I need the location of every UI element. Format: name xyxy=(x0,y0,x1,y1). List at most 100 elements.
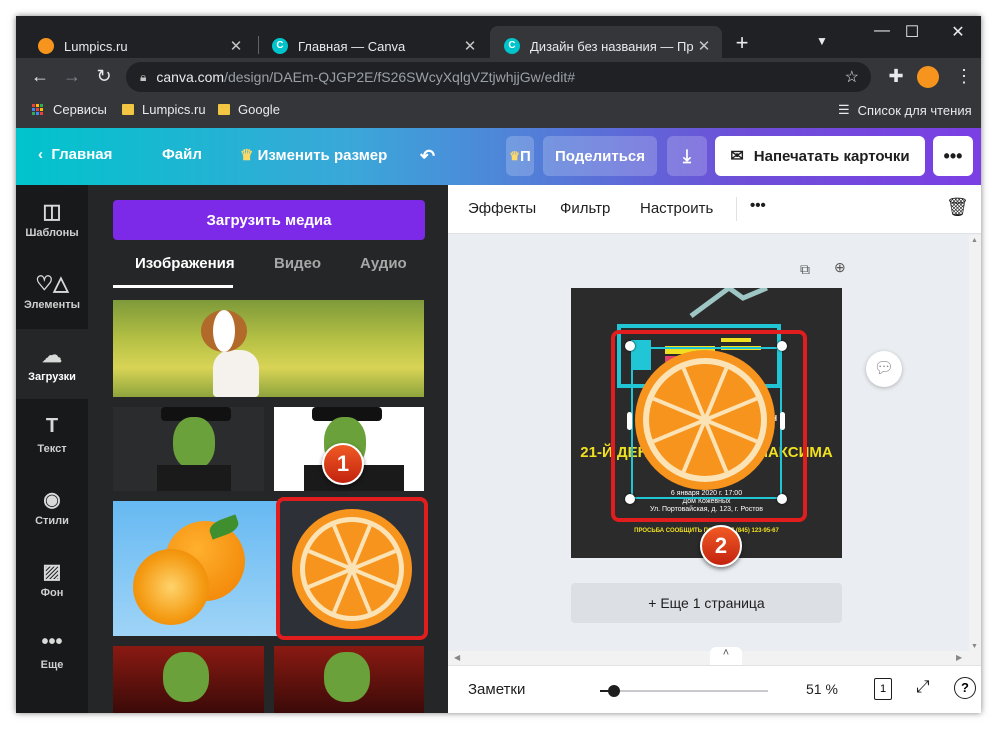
bottom-bar: Заметки 51 % 1 ⤢ ? xyxy=(448,665,981,713)
upload-cloud-icon: ☁ xyxy=(42,345,62,367)
menu-kebab-icon[interactable]: ⋮ xyxy=(952,66,976,87)
close-window-icon[interactable]: ✕ xyxy=(938,22,978,42)
browser-window: Lumpics.ru ✕ C Главная — Canva ✕ C Дизай… xyxy=(16,16,981,713)
dog-head xyxy=(201,310,247,352)
expand-pages-chevron-icon[interactable]: ˄ xyxy=(710,647,742,665)
more-tools-icon[interactable]: ••• xyxy=(750,197,766,214)
zoom-slider[interactable] xyxy=(600,685,768,697)
tab-video[interactable]: Видео xyxy=(274,255,321,272)
envelope-icon: ✉ xyxy=(730,148,744,165)
notes-button[interactable]: Заметки xyxy=(468,681,525,698)
elements-icon: ♡△ xyxy=(35,273,69,295)
reading-list-icon: ☰ xyxy=(838,102,850,117)
more-options-icon[interactable]: ••• xyxy=(933,136,973,176)
annotation-badge-1: 1 xyxy=(322,443,364,485)
rail-styles[interactable]: ◉ Стили xyxy=(16,473,88,543)
print-cards-button[interactable]: ✉ Напечатать карточки xyxy=(715,136,925,176)
suit-shape xyxy=(157,465,231,491)
address-bar[interactable]: 🔒︎ canva.com/design/DAEm-QJGP2E/fS26SWcy… xyxy=(126,62,871,92)
rail-background[interactable]: ▨ Фон xyxy=(16,545,88,615)
home-link[interactable]: ‹ Главная xyxy=(38,146,112,163)
zoom-level[interactable]: 51 % xyxy=(806,681,838,697)
file-menu[interactable]: Файл xyxy=(162,146,202,163)
mask-face xyxy=(163,652,209,702)
close-tab-icon[interactable]: ✕ xyxy=(226,37,246,55)
bookmark-google[interactable]: Google xyxy=(218,102,280,117)
annotation-highlight-1 xyxy=(276,497,428,640)
canva-header: ‹ Главная Файл ♛ Изменить размер ↶ ♛ П По… xyxy=(16,128,981,185)
more-dots-icon: ••• xyxy=(41,631,63,653)
browser-toolbar: ← → ↻ 🔒︎ canva.com/design/DAEm-QJGP2E/fS… xyxy=(16,58,981,96)
background-pattern-icon: ▨ xyxy=(42,561,62,583)
uploads-panel: Загрузить медиа Изображения Видео Аудио xyxy=(88,185,448,713)
effects-button[interactable]: Эффекты xyxy=(468,200,536,217)
rail-elements[interactable]: ♡△ Элементы xyxy=(16,257,88,327)
toolbar-divider xyxy=(736,197,737,221)
resize-button[interactable]: ♛ Изменить размер xyxy=(240,146,387,164)
dog-body xyxy=(213,350,259,397)
duplicate-page-icon[interactable]: ⧉ xyxy=(800,261,810,278)
help-icon[interactable]: ? xyxy=(954,677,976,699)
filter-button[interactable]: Фильтр xyxy=(560,200,610,217)
fullscreen-icon[interactable]: ⤢ xyxy=(916,677,930,697)
bookmark-apps[interactable]: Сервисы xyxy=(32,102,107,117)
back-icon[interactable]: ← xyxy=(28,66,52,87)
forward-icon[interactable]: → xyxy=(60,66,84,87)
tab-images[interactable]: Изображения xyxy=(135,255,235,272)
bookmark-star-icon[interactable]: ☆ xyxy=(845,67,859,87)
crown-icon: ♛ xyxy=(509,149,520,163)
chevron-left-icon: ‹ xyxy=(38,146,43,163)
folder-icon xyxy=(218,104,230,115)
zoom-slider-thumb[interactable] xyxy=(608,685,621,697)
add-page-button[interactable]: + Еще 1 страница xyxy=(571,583,842,623)
folder-icon xyxy=(122,104,134,115)
undo-icon[interactable]: ↶ xyxy=(420,146,435,167)
templates-icon: ◫ xyxy=(42,201,62,223)
bookmark-lumpics[interactable]: Lumpics.ru xyxy=(122,102,206,117)
image-thumb-mask-4[interactable] xyxy=(274,646,424,713)
reading-list[interactable]: ☰ Список для чтения xyxy=(838,102,972,118)
rail-text[interactable]: T Текст xyxy=(16,401,88,471)
close-tab-icon[interactable]: ✕ xyxy=(460,37,480,55)
orange-half xyxy=(133,549,209,625)
try-premium-button[interactable]: ♛ П xyxy=(506,136,534,176)
adjust-button[interactable]: Настроить xyxy=(640,200,713,217)
crown-icon: ♛ xyxy=(240,147,254,164)
horizontal-scrollbar[interactable]: ◀ ▶ xyxy=(448,651,969,665)
active-tab-indicator xyxy=(113,285,233,288)
palette-icon: ◉ xyxy=(43,489,61,511)
lumpics-favicon-icon xyxy=(38,38,54,54)
comment-icon[interactable]: 💬︎ xyxy=(866,351,902,387)
tab-audio[interactable]: Аудио xyxy=(360,255,407,272)
mask-face xyxy=(324,652,370,702)
maximize-icon[interactable]: ☐ xyxy=(892,22,932,42)
image-thumb-mask-1[interactable] xyxy=(113,407,264,491)
mask-face xyxy=(173,417,215,469)
image-thumb-mask-3[interactable] xyxy=(113,646,264,713)
image-thumb-orange-photo[interactable] xyxy=(113,501,277,636)
share-button[interactable]: Поделиться xyxy=(543,136,657,176)
rail-uploads[interactable]: ☁ Загрузки xyxy=(16,329,88,399)
rail-templates[interactable]: ◫ Шаблоны xyxy=(16,185,88,255)
profile-avatar[interactable] xyxy=(917,66,939,88)
close-tab-icon[interactable]: ✕ xyxy=(694,37,714,55)
tab-search-icon[interactable]: ▼ xyxy=(802,34,842,48)
bookmarks-bar: Сервисы Lumpics.ru Google ☰ Список для ч… xyxy=(16,96,981,128)
rail-more[interactable]: ••• Еще xyxy=(16,617,88,687)
image-edit-toolbar: Эффекты Фильтр Настроить ••• 🗑︎ xyxy=(448,185,981,234)
editor-workspace: Эффекты Фильтр Настроить ••• 🗑︎ ⧉ ⊕ 💬︎ У… xyxy=(448,185,981,713)
extensions-icon[interactable]: ✚ xyxy=(884,66,908,87)
upload-media-button[interactable]: Загрузить медиа xyxy=(113,200,425,240)
add-page-icon[interactable]: ⊕ xyxy=(834,259,846,276)
trash-icon[interactable]: 🗑︎ xyxy=(946,197,969,218)
canva-favicon-icon: C xyxy=(504,38,520,54)
apps-grid-icon xyxy=(32,104,43,115)
new-tab-icon[interactable]: + xyxy=(722,30,762,56)
image-thumb-dog[interactable] xyxy=(113,300,424,397)
text-icon: T xyxy=(45,415,59,437)
reload-icon[interactable]: ↻ xyxy=(92,66,116,87)
vertical-scrollbar[interactable]: ▲ ▼ xyxy=(969,235,981,665)
lock-icon: 🔒︎ xyxy=(140,69,147,84)
page-count-icon[interactable]: 1 xyxy=(874,678,892,700)
download-icon[interactable]: ⤓ xyxy=(667,136,707,176)
